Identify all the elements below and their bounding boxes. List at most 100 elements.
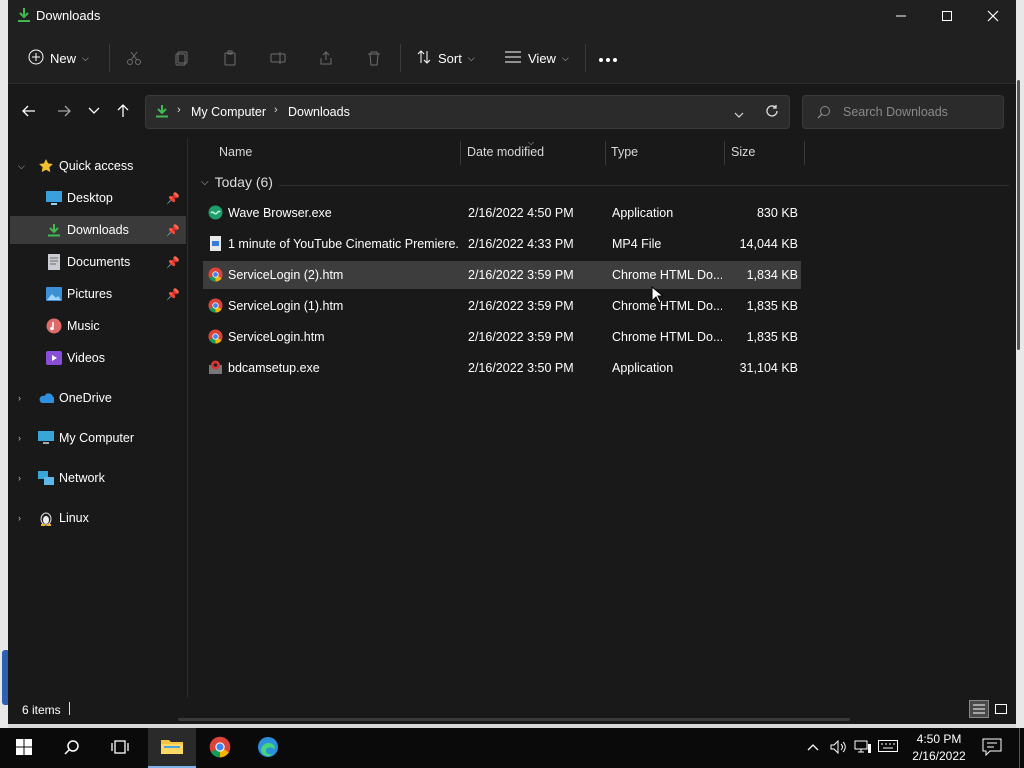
group-header-today[interactable]: ⌵ Today (6) [201,174,273,190]
title-bar[interactable]: Downloads [8,0,1016,32]
start-button[interactable] [0,728,48,768]
column-divider[interactable] [460,141,461,165]
nav-videos-label: Videos [67,351,105,365]
taskbar-clock[interactable]: 4:50 PM 2/16/2022 [904,731,974,765]
forward-button[interactable] [54,101,74,121]
rename-icon[interactable] [268,48,288,68]
close-button[interactable] [970,0,1016,32]
file-name: ServiceLogin (1).htm [228,299,344,313]
view-label: View [528,50,556,66]
back-button[interactable] [19,101,39,121]
mouse-cursor-icon [651,285,665,307]
volume-icon[interactable] [830,739,848,757]
copy-icon[interactable] [172,48,192,68]
nav-documents[interactable]: Documents 📌 [10,248,186,276]
scroll-thumb[interactable] [1017,80,1020,350]
cut-icon[interactable] [124,48,144,68]
file-name: bdcamsetup.exe [228,361,320,375]
task-view-button[interactable] [96,728,144,768]
notification-center-icon[interactable] [982,738,1002,759]
sort-button[interactable]: Sort ⌵ [416,44,475,72]
show-hidden-icons-button[interactable] [807,740,819,754]
refresh-icon[interactable] [765,104,779,121]
desktop-icon [46,190,62,206]
nav-onedrive[interactable]: › OneDrive [10,384,186,412]
address-bar[interactable]: › My Computer › Downloads [145,95,790,129]
download-arrow-icon [17,7,31,26]
network-tray-icon[interactable] [854,740,872,757]
breadcrumb-chevron-icon: › [274,104,278,116]
up-button[interactable] [113,101,133,121]
task-view-icon [111,739,129,758]
share-icon[interactable] [316,48,336,68]
breadcrumb-my-computer[interactable]: My Computer [191,105,266,119]
column-divider[interactable] [605,141,606,165]
keyboard-icon[interactable] [878,740,898,755]
minimize-button[interactable] [878,0,924,32]
file-explorer-window: Downloads New ⌵ Sort ⌵ View ⌵ › My Compu… [8,0,1020,724]
view-button[interactable]: View ⌵ [504,44,569,72]
new-button[interactable]: New ⌵ [28,44,89,72]
file-row[interactable]: ServiceLogin (1).htm 2/16/2022 3:59 PM C… [203,292,801,320]
file-date: 2/16/2022 3:59 PM [468,330,574,344]
show-desktop-button[interactable] [1019,728,1023,768]
taskbar-edge[interactable] [244,728,292,768]
desktop-background-left [0,0,8,728]
nav-network[interactable]: › Network [10,464,186,492]
file-row-selected[interactable]: ServiceLogin (2).htm 2/16/2022 3:59 PM C… [203,261,801,289]
file-size: 14,044 KB [739,237,798,251]
column-divider[interactable] [724,141,725,165]
nav-linux[interactable]: › Linux [10,504,186,532]
nav-onedrive-label: OneDrive [59,391,112,405]
search-input[interactable]: Search Downloads [802,95,1004,129]
nav-desktop[interactable]: Desktop 📌 [10,184,186,212]
horizontal-scrollbar[interactable] [178,718,850,721]
column-header-name[interactable]: Name [219,145,252,169]
nav-downloads-label: Downloads [67,223,129,237]
file-row[interactable]: Wave Browser.exe 2/16/2022 4:50 PM Appli… [203,199,801,227]
file-row[interactable]: ServiceLogin.htm 2/16/2022 3:59 PM Chrom… [203,323,801,351]
toolbar-divider [400,44,401,72]
group-divider [279,185,1009,186]
breadcrumb-downloads[interactable]: Downloads [288,105,350,119]
file-type: Chrome HTML Do... [612,268,722,282]
window-title: Downloads [36,8,101,23]
column-divider[interactable] [804,141,805,165]
file-row[interactable]: 1 minute of YouTube Cinematic Premiere..… [203,230,801,258]
taskbar-search-button[interactable] [48,728,96,768]
nav-videos[interactable]: Videos [10,344,186,372]
status-bar: 6 items [8,698,1016,724]
see-more-button[interactable] [598,44,618,72]
delete-icon[interactable] [364,48,384,68]
file-type: Application [612,206,674,220]
file-name: ServiceLogin (2).htm [228,268,344,282]
pin-icon: 📌 [166,224,180,237]
details-view-icon[interactable] [969,700,989,718]
nav-quick-access[interactable]: ⌵ Quick access [10,152,186,180]
chrome-icon [208,329,223,344]
nav-my-computer[interactable]: › My Computer [10,424,186,452]
nav-music[interactable]: Music [10,312,186,340]
address-dropdown-icon[interactable] [734,108,744,122]
column-header-date[interactable]: Date modified [467,145,544,169]
file-row[interactable]: bdcamsetup.exe 2/16/2022 3:50 PM Applica… [203,354,801,382]
taskbar-file-explorer[interactable] [148,728,196,768]
taskbar-chrome[interactable] [196,728,244,768]
expand-chevron-icon: › [18,393,21,403]
chrome-icon [209,736,231,761]
paste-icon[interactable] [220,48,240,68]
file-size: 830 KB [756,206,798,220]
command-bar: New ⌵ Sort ⌵ View ⌵ [8,32,1016,84]
status-divider [69,702,70,715]
nav-pictures[interactable]: Pictures 📌 [10,280,186,308]
maximize-button[interactable] [924,0,970,32]
file-name: Wave Browser.exe [228,206,332,220]
column-header-size[interactable]: Size [731,145,755,169]
column-header-type[interactable]: Type [611,145,638,169]
vertical-scrollbar[interactable] [1016,60,1024,720]
nav-downloads[interactable]: Downloads 📌 [10,216,186,244]
nav-pictures-label: Pictures [67,287,113,301]
recent-locations-button[interactable] [84,101,104,121]
large-icons-view-icon[interactable] [991,700,1011,718]
pin-icon: 📌 [166,192,180,205]
